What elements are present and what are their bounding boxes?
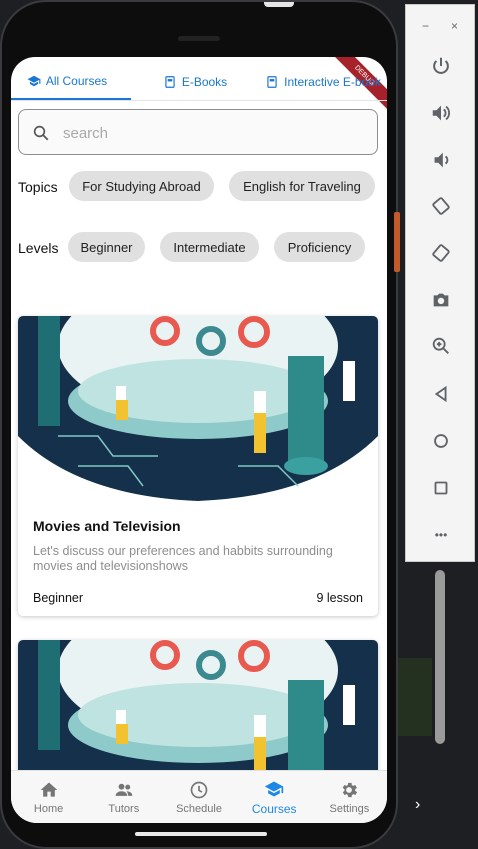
rotate-left-button[interactable] [428, 193, 454, 219]
course-illustration [18, 316, 378, 506]
gear-icon [343, 782, 358, 797]
phone-frame: 1:26 ⚙ ▪ ▮ ▼ ◢ DEBUG All Courses E-Books… [0, 0, 400, 849]
power-button[interactable] [428, 53, 454, 79]
tab-all-courses[interactable]: All Courses [11, 63, 131, 100]
nav-home-label: Home [33, 802, 64, 815]
level-chip[interactable]: Proficiency [274, 232, 365, 262]
level-chip[interactable]: Intermediate [160, 232, 259, 262]
nav-courses-label: Courses [251, 801, 297, 816]
course-illustration [18, 640, 378, 780]
home-button[interactable] [428, 428, 454, 454]
nav-schedule[interactable]: Schedule [161, 771, 236, 823]
tab-interactive-ebook[interactable]: Interactive E-book [259, 63, 387, 100]
back-button[interactable] [428, 381, 454, 407]
book-icon [165, 75, 175, 88]
course-card[interactable] [18, 640, 378, 780]
level-chip[interactable]: Beginner [68, 232, 145, 262]
phone-side-button [394, 212, 400, 272]
speaker-grille [178, 36, 220, 41]
zoom-icon [432, 337, 449, 354]
zoom-button[interactable] [428, 333, 454, 359]
overview-icon [434, 481, 448, 495]
people-icon [115, 783, 133, 796]
book-icon [267, 75, 277, 88]
tab-e-books-label: E-Books [181, 74, 228, 89]
search-input[interactable] [63, 120, 363, 146]
nav-tutors[interactable]: Tutors [86, 771, 161, 823]
levels-label: Levels [18, 240, 59, 256]
back-icon [434, 385, 447, 403]
emulator-toolbar: − × ••• [405, 4, 475, 562]
more-button[interactable]: ••• [428, 522, 454, 548]
course-title: Movies and Television [33, 518, 181, 534]
course-level: Beginner [33, 591, 84, 605]
tab-e-books[interactable]: E-Books [131, 63, 259, 100]
nav-home[interactable]: Home [11, 771, 86, 823]
course-icon [27, 75, 41, 86]
topic-chip[interactable]: For Studying Abroad [69, 171, 214, 201]
nav-settings[interactable]: Settings [312, 771, 387, 823]
rotate-right-button[interactable] [428, 240, 454, 266]
rotate-left-icon [432, 197, 450, 215]
tab-all-courses-label: All Courses [45, 73, 108, 88]
nav-courses[interactable]: Courses [237, 771, 312, 823]
search-icon [33, 125, 49, 141]
volume-down-button[interactable] [428, 147, 454, 173]
bottom-navigation: Home Tutors Schedule Courses Settings [11, 770, 387, 823]
course-lessons: 9 lesson [316, 591, 363, 605]
volume-down-icon [434, 152, 449, 168]
app-screen: 1:26 ⚙ ▪ ▮ ▼ ◢ DEBUG All Courses E-Books… [11, 57, 387, 823]
more-icon: ••• [434, 528, 448, 542]
clock-icon [190, 781, 208, 798]
camera-icon [433, 293, 449, 307]
emulator-scrollbar[interactable] [435, 570, 445, 744]
volume-up-icon [432, 105, 450, 121]
background-panel [398, 658, 432, 736]
nav-schedule-label: Schedule [176, 802, 222, 815]
overview-button[interactable] [428, 475, 454, 501]
topic-chip[interactable]: English for Traveling [229, 171, 375, 201]
nav-settings-label: Settings [329, 802, 370, 815]
home-icon [40, 782, 57, 797]
topics-label: Topics [18, 179, 58, 195]
gesture-home-indicator[interactable] [135, 832, 267, 836]
course-description: Let's discuss our preferences and habbit… [33, 544, 333, 573]
camera-notch [264, 2, 294, 7]
minimize-button[interactable]: − [422, 19, 429, 33]
power-icon [433, 57, 449, 74]
home-circle-icon [434, 434, 448, 448]
course-card[interactable]: Movies and Television Let's discuss our … [18, 316, 378, 616]
search-box [18, 109, 378, 155]
rotate-right-icon [432, 244, 450, 262]
screenshot-button[interactable] [428, 287, 454, 313]
volume-up-button[interactable] [428, 100, 454, 126]
chevron-right-icon[interactable]: › [415, 796, 433, 816]
school-icon [265, 781, 284, 796]
nav-tutors-label: Tutors [108, 802, 140, 815]
close-button[interactable]: × [451, 19, 458, 33]
tab-interactive-ebook-label: Interactive E-book [284, 74, 381, 89]
course-tabs: All Courses E-Books Interactive E-book [11, 63, 387, 101]
